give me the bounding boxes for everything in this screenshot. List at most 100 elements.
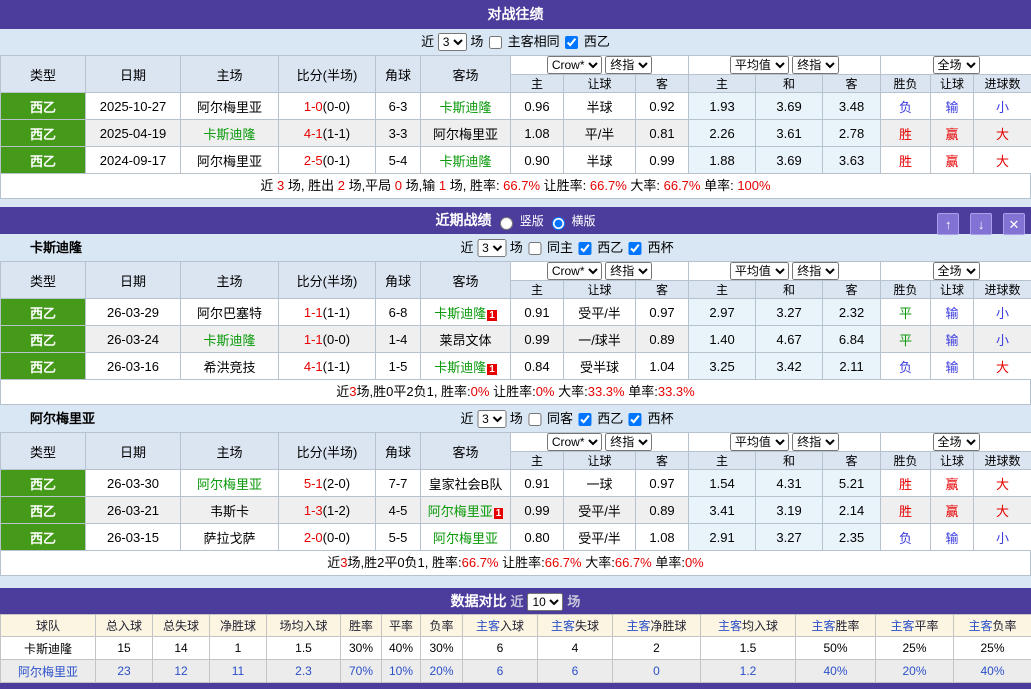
ah-result: 输 xyxy=(931,353,974,380)
team1-summary: 近3场,胜0平2负1, 胜率:0% 让胜率:0% 大率:33.3% 单率:33.… xyxy=(0,380,1031,405)
bookmaker-select[interactable]: Crow* xyxy=(547,262,602,280)
odds-final-select[interactable]: 终指 xyxy=(792,262,839,280)
league-checkbox[interactable] xyxy=(579,242,592,255)
stat-cell: 40% xyxy=(382,637,421,660)
odds-group-header: 平均值 终指 xyxy=(689,56,881,75)
ah-line: 一球 xyxy=(564,470,636,497)
col-type: 类型 xyxy=(1,56,86,93)
same-home-checkbox[interactable] xyxy=(528,242,541,255)
away-team: 阿尔梅里亚 xyxy=(421,524,511,551)
date-cell: 2025-04-19 xyxy=(86,120,181,147)
home-team: 卡斯迪隆 xyxy=(181,120,279,147)
eu-away-odds: 6.84 xyxy=(823,326,881,353)
ah-away-odds: 0.99 xyxy=(636,147,689,174)
home-team: 阿尔巴塞特 xyxy=(181,299,279,326)
corner-cell: 7-7 xyxy=(376,470,421,497)
col-ha-goals-for: 主客入球 xyxy=(463,615,538,637)
col-goals: 进球数 xyxy=(974,75,1031,93)
scope-select[interactable]: 全场 xyxy=(933,262,980,280)
odds-final-select[interactable]: 终指 xyxy=(792,433,839,451)
compare-title-bar: 数据对比 近 10 场 xyxy=(0,588,1031,614)
cup-checkbox[interactable] xyxy=(629,413,642,426)
scope-select[interactable]: 全场 xyxy=(933,56,980,74)
odds-avg-select[interactable]: 平均值 xyxy=(730,56,789,74)
ah-away-odds: 0.97 xyxy=(636,299,689,326)
ah-home-odds: 0.99 xyxy=(511,326,564,353)
league-checkbox[interactable] xyxy=(579,413,592,426)
goals-result: 小 xyxy=(974,93,1031,120)
col-loss-rate: 负率 xyxy=(421,615,463,637)
compare-near-select[interactable]: 10 xyxy=(527,593,563,611)
col-date: 日期 xyxy=(86,433,181,470)
ah-line: 受平/半 xyxy=(564,299,636,326)
score-cell: 1-0(0-0) xyxy=(279,93,376,120)
eu-draw-odds: 3.27 xyxy=(756,524,823,551)
stat-cell: 20% xyxy=(421,660,463,683)
handicap-final-select[interactable]: 终指 xyxy=(605,262,652,280)
home-team: 阿尔梅里亚 xyxy=(181,93,279,120)
eu-home-odds: 2.26 xyxy=(689,120,756,147)
result-group-header: 全场 xyxy=(881,433,1031,452)
cup-checkbox[interactable] xyxy=(629,242,642,255)
odds-final-select[interactable]: 终指 xyxy=(792,56,839,74)
league-label: 西乙 xyxy=(597,411,623,426)
date-cell: 26-03-15 xyxy=(86,524,181,551)
h2h-near-select[interactable]: 3 xyxy=(438,33,467,51)
corner-cell: 1-4 xyxy=(376,326,421,353)
move-up-button[interactable]: ↑ xyxy=(937,213,959,235)
goals-result: 小 xyxy=(974,326,1031,353)
near-label: 近 xyxy=(461,411,474,426)
stat-cell: 25% xyxy=(954,637,1031,660)
stat-cell: 6 xyxy=(538,660,613,683)
score-cell: 2-0(0-0) xyxy=(279,524,376,551)
home-team: 卡斯迪隆 xyxy=(181,326,279,353)
odds-avg-select[interactable]: 平均值 xyxy=(730,262,789,280)
score-cell: 4-1(1-1) xyxy=(279,120,376,147)
league-checkbox[interactable] xyxy=(565,36,578,49)
scope-select[interactable]: 全场 xyxy=(933,433,980,451)
bookmaker-select[interactable]: Crow* xyxy=(547,56,602,74)
col-ha-goals-against: 主客失球 xyxy=(538,615,613,637)
table-row: 西乙 26-03-24 卡斯迪隆 1-1(0-0) 1-4 莱昂文体 0.99 … xyxy=(1,326,1031,353)
same-away-checkbox[interactable] xyxy=(528,413,541,426)
ah-away-odds: 0.89 xyxy=(636,497,689,524)
horizontal-radio[interactable] xyxy=(552,217,565,230)
handicap-final-select[interactable]: 终指 xyxy=(605,56,652,74)
goals-result: 大 xyxy=(974,147,1031,174)
team2-section-row: 阿尔梅里亚 近 3 场 同客 西乙 西杯 xyxy=(0,405,1031,432)
stat-cell: 1.5 xyxy=(267,637,341,660)
away-team: 皇家社会B队 xyxy=(421,470,511,497)
cup-label: 西杯 xyxy=(648,240,674,255)
same-away-label: 同客 xyxy=(547,411,573,426)
card-badge: 1 xyxy=(487,364,497,375)
h2h-table: 类型 日期 主场 比分(半场) 角球 客场 Crow* 终指 平均值 终指 全场… xyxy=(0,55,1031,174)
table-row: 西乙 26-03-15 萨拉戈萨 2-0(0-0) 5-5 阿尔梅里亚 0.80… xyxy=(1,524,1031,551)
col-team: 球队 xyxy=(1,615,96,637)
eu-away-odds: 2.11 xyxy=(823,353,881,380)
away-team: 卡斯迪隆 xyxy=(421,93,511,120)
vertical-radio[interactable] xyxy=(500,217,513,230)
ah-away-odds: 0.97 xyxy=(636,470,689,497)
games-label: 场 xyxy=(510,411,523,426)
team2-near-select[interactable]: 3 xyxy=(477,410,506,428)
handicap-group-header: Crow* 终指 xyxy=(511,56,689,75)
move-down-button[interactable]: ↓ xyxy=(970,213,992,235)
col-date: 日期 xyxy=(86,262,181,299)
games-label: 场 xyxy=(510,240,523,255)
close-button[interactable]: ✕ xyxy=(1003,213,1025,235)
goals-result: 大 xyxy=(974,353,1031,380)
team1-near-select[interactable]: 3 xyxy=(477,239,506,257)
team1-section-row: 卡斯迪隆 近 3 场 同主 西乙 西杯 xyxy=(0,234,1031,261)
date-cell: 26-03-16 xyxy=(86,353,181,380)
odds-avg-select[interactable]: 平均值 xyxy=(730,433,789,451)
recent-title-bar: 近期战绩 竖版 横版 ↑ ↓ ✕ xyxy=(0,207,1031,234)
ah-away-odds: 1.04 xyxy=(636,353,689,380)
same-homeaway-checkbox[interactable] xyxy=(489,36,502,49)
col-home: 主场 xyxy=(181,56,279,93)
eu-away-odds: 2.35 xyxy=(823,524,881,551)
handicap-final-select[interactable]: 终指 xyxy=(605,433,652,451)
ah-line: 受平/半 xyxy=(564,524,636,551)
bookmaker-select[interactable]: Crow* xyxy=(547,433,602,451)
table-row: 西乙 2025-04-19 卡斯迪隆 4-1(1-1) 3-3 阿尔梅里亚 1.… xyxy=(1,120,1031,147)
games-label: 场 xyxy=(567,594,580,609)
